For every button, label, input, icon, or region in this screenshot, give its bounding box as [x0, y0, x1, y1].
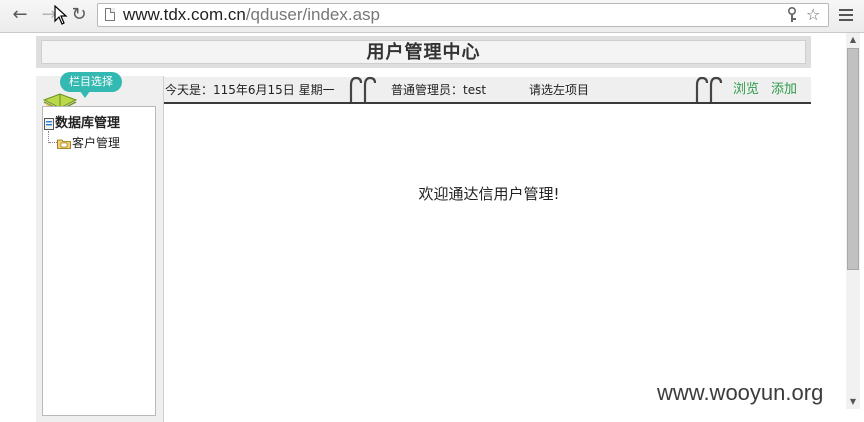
key-icon[interactable] [786, 7, 798, 23]
header-bar: 用户管理中心 [36, 36, 811, 68]
divider-hook-icon [695, 76, 723, 103]
back-arrow-icon[interactable]: ← [9, 4, 31, 26]
database-icon [44, 118, 54, 130]
star-icon[interactable]: ☆ [806, 6, 820, 24]
tree-connector [49, 142, 57, 144]
vertical-scrollbar[interactable]: ▲ ▼ [846, 33, 860, 409]
tree-root-label: 数据库管理 [55, 116, 121, 131]
hint-text: 请选左项目 [529, 83, 590, 97]
navigation-tree: 数据库管理 客户管理 [42, 106, 156, 416]
address-bar[interactable]: www.tdx.com.cn/qduser/index.asp ☆ [97, 3, 829, 27]
watermark-text: www.wooyun.org [657, 380, 824, 405]
divider-hook-icon [349, 76, 377, 103]
browser-toolbar: ← → ↻ www.tdx.com.cn/qduser/index.asp ☆ [0, 0, 864, 33]
info-toolbar: 今天是：115年6月15日 星期一 普通管理员：test 请选左项目 浏览 添加 [164, 76, 811, 103]
url-path: /qduser/index.asp [245, 5, 381, 24]
add-link[interactable]: 添加 [771, 82, 797, 98]
welcome-message: 欢迎通达信用户管理! [418, 185, 560, 203]
url-text[interactable]: www.tdx.com.cn/qduser/index.asp [123, 5, 380, 25]
page-icon [105, 8, 115, 21]
date-text: 今天是：115年6月15日 星期一 [165, 83, 335, 97]
tree-item-label: 客户管理 [72, 136, 121, 150]
browse-link[interactable]: 浏览 [733, 82, 759, 98]
url-host: www.tdx.com.cn [123, 5, 246, 24]
page-title: 用户管理中心 [366, 42, 481, 63]
scroll-down-arrow-icon[interactable]: ▼ [846, 395, 860, 409]
sidebar: 栏目选择 数据库管理 客户管理 [36, 72, 164, 422]
reload-icon[interactable]: ↻ [68, 4, 90, 26]
menu-icon[interactable] [836, 4, 856, 26]
scrollbar-thumb[interactable] [847, 48, 859, 270]
folder-icon [57, 139, 71, 149]
section-select-tab[interactable]: 栏目选择 [60, 72, 122, 98]
scroll-up-arrow-icon[interactable]: ▲ [846, 33, 860, 47]
mouse-cursor-icon [54, 5, 68, 25]
main-content: 欢迎通达信用户管理! [164, 104, 811, 422]
admin-user-text: 普通管理员：test [391, 83, 487, 97]
header-panel: 用户管理中心 [41, 40, 806, 64]
admin-frame: 用户管理中心 栏目选择 数据库管理 客户管理 今天是：115年6月15日 星期一… [36, 36, 812, 422]
